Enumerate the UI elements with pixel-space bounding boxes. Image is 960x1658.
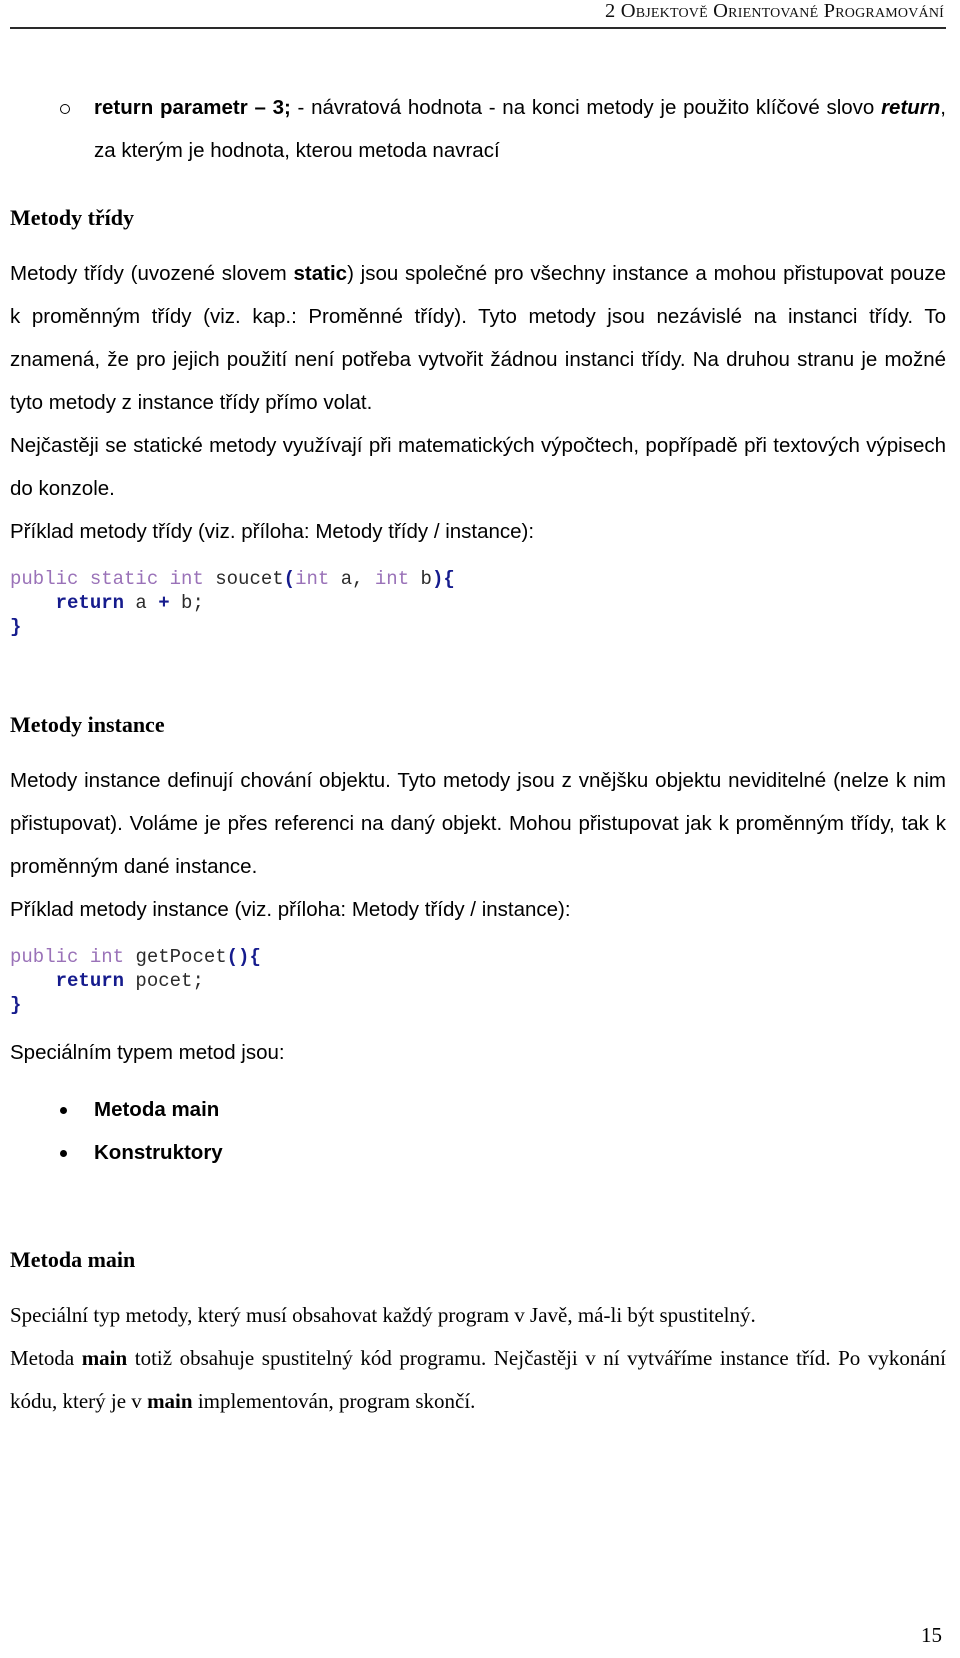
- paragraph-metody-instance-1: Metody instance definují chování objektu…: [10, 769, 946, 878]
- inline-keyword-main: main: [147, 1389, 193, 1413]
- page-header: 2 Objektově Orientované Programování: [10, 0, 946, 44]
- code-method-name: soucet: [215, 568, 284, 590]
- bullet-text-a: - návratová hodnota - na konci metody je…: [290, 96, 882, 119]
- paragraph-metoda-main-1: Speciální typ metody, který musí obsahov…: [10, 1303, 756, 1327]
- heading-metoda-main: Metoda main: [10, 1247, 136, 1272]
- code-expression: pocet;: [124, 970, 204, 992]
- list-item: Metoda main: [10, 1088, 946, 1131]
- heading-metody-instance: Metody instance: [10, 712, 165, 737]
- code-keyword: int: [374, 568, 410, 590]
- code-block-getpocet: public int getPocet(){ return pocet; }: [10, 945, 946, 1017]
- header-title: 2 Objektově Orientované Programování: [604, 0, 944, 22]
- code-keyword: int: [295, 568, 330, 590]
- code-block-soucet: public static int soucet(int a, int b){ …: [10, 567, 946, 639]
- header-divider: [10, 27, 946, 29]
- paragraph-text: Metoda: [10, 1346, 82, 1370]
- code-punctuation: (: [283, 568, 296, 590]
- bullet-list-special-types: Metoda main Konstruktory: [10, 1088, 946, 1174]
- bullet-label-metoda-main: Metoda main: [94, 1098, 220, 1121]
- paragraph-text: Metody třídy (uvozené slovem: [10, 262, 294, 285]
- code-punctuation: ){: [431, 568, 455, 590]
- code-brace-close: }: [10, 994, 22, 1016]
- code-argument: b: [409, 568, 432, 590]
- bullet-list-return: return parametr – 3; - návratová hodnota…: [10, 86, 946, 172]
- list-item: return parametr – 3; - návratová hodnota…: [10, 86, 946, 172]
- code-keyword-return: return: [55, 592, 125, 614]
- inline-keyword-static: static: [293, 262, 348, 285]
- paragraph-metody-tridy-2: Nejčastěji se statické metody využívají …: [10, 434, 946, 500]
- bullet-lead-term: return parametr – 3;: [94, 96, 291, 119]
- paragraph-metoda-main-2: Metoda main totiž obsahuje spustitelný k…: [10, 1337, 946, 1423]
- list-item: Konstruktory: [10, 1131, 946, 1174]
- code-expression: a: [124, 592, 159, 614]
- page-content: return parametr – 3; - návratová hodnota…: [10, 86, 946, 1423]
- inline-keyword-main: main: [81, 1346, 128, 1370]
- code-expression: b;: [169, 592, 204, 614]
- paragraph-metody-tridy-1: Metody třídy (uvozené slovem static) jso…: [10, 252, 946, 424]
- bullet-label-konstruktory: Konstruktory: [94, 1141, 223, 1164]
- paragraph-text: implementován, program skončí.: [192, 1389, 476, 1413]
- code-brace-close: }: [10, 616, 22, 638]
- code-keyword: public int: [10, 946, 125, 968]
- code-operator: +: [158, 592, 170, 614]
- code-method-name: getPocet: [135, 946, 227, 968]
- document-page: 2 Objektově Orientované Programování ret…: [0, 0, 960, 1658]
- paragraph-metody-instance-2: Příklad metody instance (viz. příloha: M…: [10, 898, 571, 921]
- heading-metody-tridy: Metody třídy: [10, 205, 135, 230]
- bullet-emph-return: return: [881, 96, 941, 119]
- paragraph-metody-tridy-3: Příklad metody třídy (viz. příloha: Meto…: [10, 520, 535, 543]
- code-punctuation: (){: [226, 946, 261, 968]
- paragraph-special-types-intro: Speciálním typem metod jsou:: [10, 1041, 285, 1064]
- code-argument: a,: [329, 568, 375, 590]
- code-keyword-return: return: [55, 970, 125, 992]
- page-number: 15: [921, 1623, 942, 1647]
- code-keyword: public static int: [10, 568, 204, 590]
